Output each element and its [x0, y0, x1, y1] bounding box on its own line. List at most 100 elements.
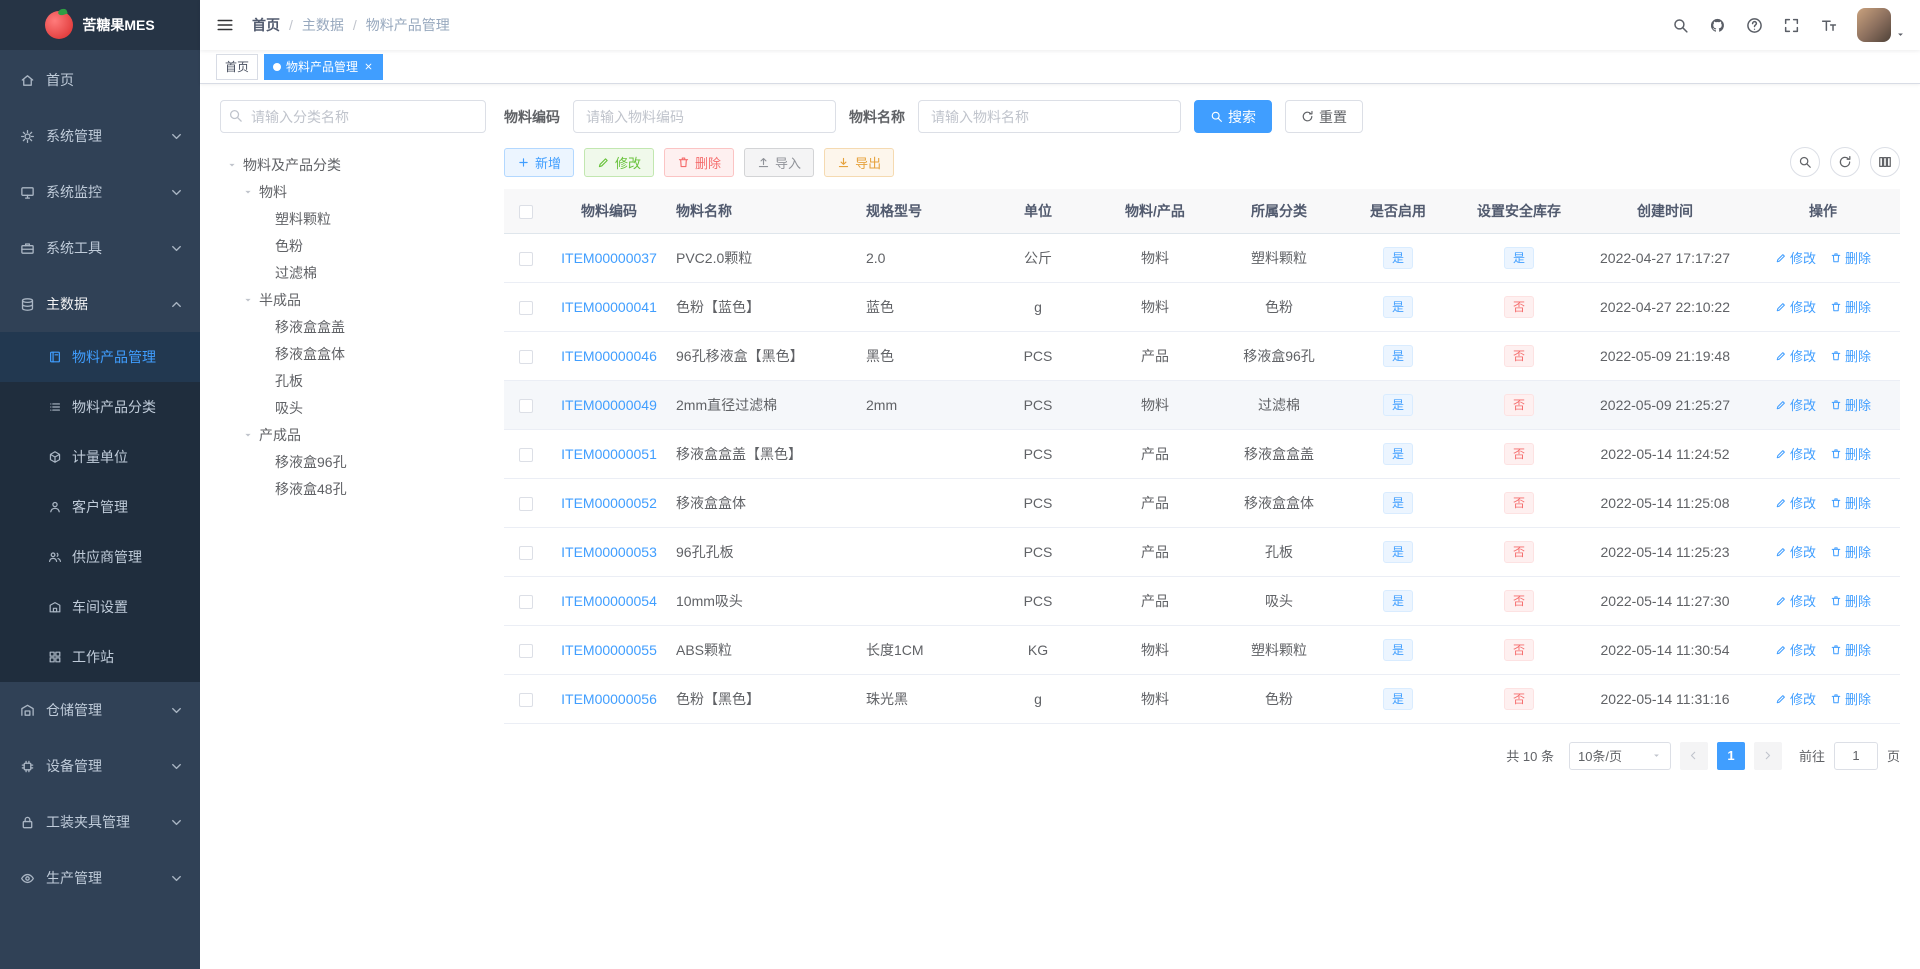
sidebar-item-home[interactable]: 首页 [0, 52, 200, 108]
edit-link[interactable]: 修改 [1775, 591, 1816, 610]
refresh-table-button[interactable] [1830, 147, 1860, 177]
navbar-search-button[interactable] [1672, 17, 1689, 34]
tree-node[interactable]: 吸头 [220, 394, 486, 421]
navbar-font-size-button[interactable] [1820, 17, 1837, 34]
material-name-input[interactable] [918, 100, 1181, 133]
reset-button[interactable]: 重置 [1285, 100, 1363, 133]
edit-link[interactable]: 修改 [1775, 297, 1816, 316]
delete-link[interactable]: 删除 [1830, 444, 1871, 463]
tree-node[interactable]: 塑料颗粒 [220, 205, 486, 232]
tree-node[interactable]: 物料及产品分类 [220, 151, 486, 178]
tree-node[interactable]: 半成品 [220, 286, 486, 313]
material-code-link[interactable]: ITEM00000056 [561, 691, 657, 707]
edit-link[interactable]: 修改 [1775, 248, 1816, 267]
hamburger-toggle[interactable] [200, 0, 250, 50]
delete-link[interactable]: 删除 [1830, 395, 1871, 414]
delete-link[interactable]: 删除 [1830, 248, 1871, 267]
import-button[interactable]: 导入 [744, 147, 815, 177]
delete-link[interactable]: 删除 [1830, 591, 1871, 610]
export-button[interactable]: 导出 [824, 147, 895, 177]
sidebar-item-workstation[interactable]: 工作站 [0, 632, 200, 682]
material-code-link[interactable]: ITEM00000041 [561, 299, 657, 315]
breadcrumb-item[interactable]: 主数据 [302, 15, 344, 35]
row-checkbox[interactable] [519, 594, 533, 609]
user-menu[interactable] [1857, 8, 1906, 42]
next-page-button[interactable] [1753, 741, 1782, 770]
toggle-search-button[interactable] [1790, 147, 1820, 177]
page-size-select[interactable]: 10条/页 [1568, 741, 1671, 770]
material-code-link[interactable]: ITEM00000051 [561, 446, 657, 462]
material-code-input[interactable] [573, 100, 836, 133]
edit-button[interactable]: 修改 [584, 147, 655, 177]
delete-link[interactable]: 删除 [1830, 346, 1871, 365]
sidebar-item-customer-management[interactable]: 客户管理 [0, 482, 200, 532]
tag-active[interactable]: 物料产品管理 [264, 53, 384, 80]
delete-link[interactable]: 删除 [1830, 542, 1871, 561]
sidebar-item-system-tools[interactable]: 系统工具 [0, 220, 200, 276]
sidebar-item-system-monitor[interactable]: 系统监控 [0, 164, 200, 220]
material-code-link[interactable]: ITEM00000046 [561, 348, 657, 364]
delete-button[interactable]: 删除 [664, 147, 735, 177]
delete-link[interactable]: 删除 [1830, 640, 1871, 659]
tree-node[interactable]: 孔板 [220, 367, 486, 394]
sidebar-item-equipment-management[interactable]: 设备管理 [0, 738, 200, 794]
row-checkbox[interactable] [519, 300, 533, 315]
row-checkbox[interactable] [519, 251, 533, 266]
row-checkbox[interactable] [519, 349, 533, 364]
row-checkbox[interactable] [519, 398, 533, 413]
navbar-github-button[interactable] [1709, 17, 1726, 34]
material-code-link[interactable]: ITEM00000055 [561, 642, 657, 658]
sidebar-item-material-product-management[interactable]: 物料产品管理 [0, 332, 200, 382]
prev-page-button[interactable] [1679, 741, 1708, 770]
page-number-button[interactable]: 1 [1716, 741, 1745, 770]
edit-link[interactable]: 修改 [1775, 395, 1816, 414]
edit-link[interactable]: 修改 [1775, 689, 1816, 708]
category-search-input[interactable] [220, 100, 486, 133]
edit-link[interactable]: 修改 [1775, 640, 1816, 659]
edit-link[interactable]: 修改 [1775, 444, 1816, 463]
breadcrumb-item[interactable]: 首页 [252, 15, 280, 35]
tree-node[interactable]: 移液盒盒盖 [220, 313, 486, 340]
row-checkbox[interactable] [519, 447, 533, 462]
sidebar-item-master-data[interactable]: 主数据 [0, 276, 200, 332]
sidebar-item-warehouse-management[interactable]: 仓储管理 [0, 682, 200, 738]
material-code-link[interactable]: ITEM00000052 [561, 495, 657, 511]
edit-link[interactable]: 修改 [1775, 542, 1816, 561]
row-checkbox[interactable] [519, 545, 533, 560]
row-checkbox[interactable] [519, 692, 533, 707]
navbar-fullscreen-button[interactable] [1783, 17, 1800, 34]
navbar-help-button[interactable] [1746, 17, 1763, 34]
sidebar-item-material-product-category[interactable]: 物料产品分类 [0, 382, 200, 432]
edit-link[interactable]: 修改 [1775, 346, 1816, 365]
tree-node[interactable]: 物料 [220, 178, 486, 205]
column-settings-button[interactable] [1870, 147, 1900, 177]
material-code-link[interactable]: ITEM00000049 [561, 397, 657, 413]
select-all-checkbox[interactable] [519, 204, 533, 219]
sidebar-item-production-management[interactable]: 生产管理 [0, 850, 200, 906]
delete-link[interactable]: 删除 [1830, 297, 1871, 316]
sidebar-item-fixture-management[interactable]: 工装夹具管理 [0, 794, 200, 850]
add-button[interactable]: 新增 [504, 147, 575, 177]
tree-node[interactable]: 移液盒48孔 [220, 475, 486, 502]
delete-link[interactable]: 删除 [1830, 689, 1871, 708]
goto-page-input[interactable] [1833, 741, 1878, 770]
row-checkbox[interactable] [519, 496, 533, 511]
material-code-link[interactable]: ITEM00000053 [561, 544, 657, 560]
sidebar-item-supplier-management[interactable]: 供应商管理 [0, 532, 200, 582]
tag-item[interactable]: 首页 [216, 53, 259, 80]
search-button[interactable]: 搜索 [1194, 100, 1272, 133]
tree-node[interactable]: 移液盒盒体 [220, 340, 486, 367]
row-checkbox[interactable] [519, 643, 533, 658]
tag-close-icon[interactable] [363, 61, 374, 72]
tree-node[interactable]: 移液盒96孔 [220, 448, 486, 475]
app-logo[interactable]: 苦糖果MES [0, 0, 200, 50]
tree-node[interactable]: 产成品 [220, 421, 486, 448]
sidebar-item-system-admin[interactable]: 系统管理 [0, 108, 200, 164]
sidebar-item-measurement-unit[interactable]: 计量单位 [0, 432, 200, 482]
tree-node[interactable]: 过滤棉 [220, 259, 486, 286]
tree-node[interactable]: 色粉 [220, 232, 486, 259]
material-code-link[interactable]: ITEM00000054 [561, 593, 657, 609]
edit-link[interactable]: 修改 [1775, 493, 1816, 512]
sidebar-item-workshop-settings[interactable]: 车间设置 [0, 582, 200, 632]
material-code-link[interactable]: ITEM00000037 [561, 250, 657, 266]
